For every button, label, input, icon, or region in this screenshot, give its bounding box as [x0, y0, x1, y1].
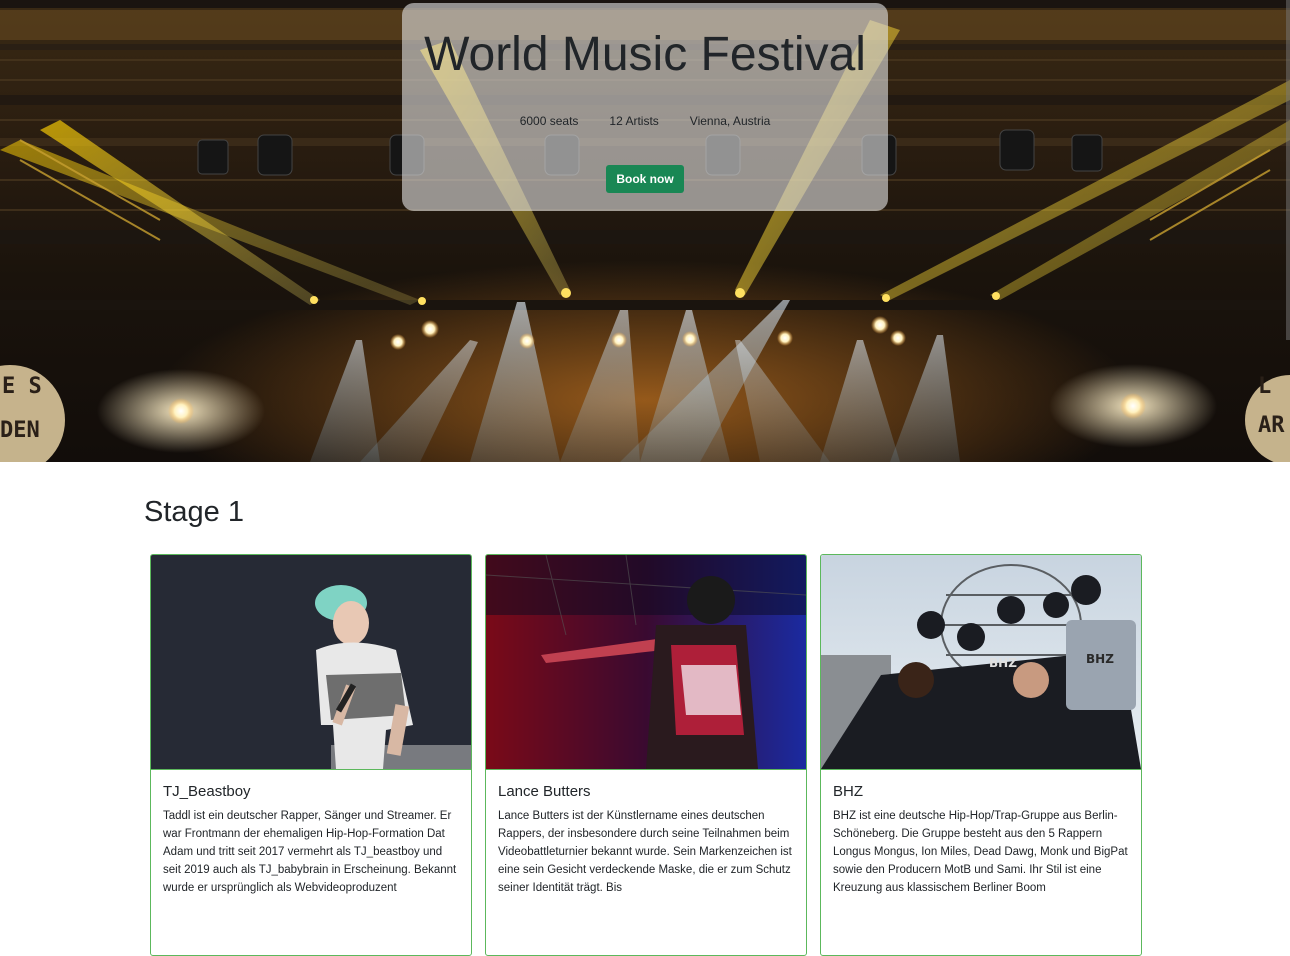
artist-description: Lance Butters ist der Künstlername eines…: [498, 810, 792, 894]
page-scrollbar[interactable]: [1286, 0, 1290, 340]
festival-location: Vienna, Austria: [689, 114, 771, 128]
hero-banner: E S DEN L AR World Music Festival 6000 s…: [0, 0, 1290, 462]
artists-count: 12 Artists: [609, 114, 659, 128]
artist-description: Taddl ist ein deutscher Rapper, Sänger u…: [163, 810, 457, 894]
artist-photo: BHZ BHZ: [821, 555, 1141, 770]
artist-name: BHZ: [833, 783, 863, 800]
artist-card-list: TJ_Beastboy Taddl ist ein deutscher Rapp…: [150, 554, 1142, 956]
svg-text:L: L: [1258, 374, 1271, 399]
festival-title: World Music Festival: [424, 28, 866, 81]
book-now-button[interactable]: Book now: [606, 165, 684, 193]
artist-name: Lance Butters: [498, 783, 591, 800]
artist-photo: [486, 555, 806, 770]
svg-text:DEN: DEN: [0, 418, 40, 443]
festival-facts: 6000 seats 12 Artists Vienna, Austria: [402, 114, 888, 128]
svg-text:AR: AR: [1258, 413, 1285, 438]
artist-name: TJ_Beastboy: [163, 783, 251, 800]
svg-text:BHZ: BHZ: [989, 656, 1017, 670]
svg-text:E S: E S: [2, 374, 42, 399]
artist-card[interactable]: BHZ BHZ BHZ BHZ ist eine deutsche Hip-Ho…: [820, 554, 1142, 956]
artist-description: BHZ ist eine deutsche Hip-Hop/Trap-Grupp…: [833, 810, 1128, 894]
artist-card[interactable]: TJ_Beastboy Taddl ist ein deutscher Rapp…: [150, 554, 472, 956]
svg-text:BHZ: BHZ: [1086, 652, 1114, 666]
seats-count: 6000 seats: [519, 114, 579, 128]
artist-card[interactable]: Lance Butters Lance Butters ist der Küns…: [485, 554, 807, 956]
hero-info-card: World Music Festival 6000 seats 12 Artis…: [402, 3, 888, 211]
stage-title: Stage 1: [144, 496, 244, 528]
artist-photo: [151, 555, 471, 770]
